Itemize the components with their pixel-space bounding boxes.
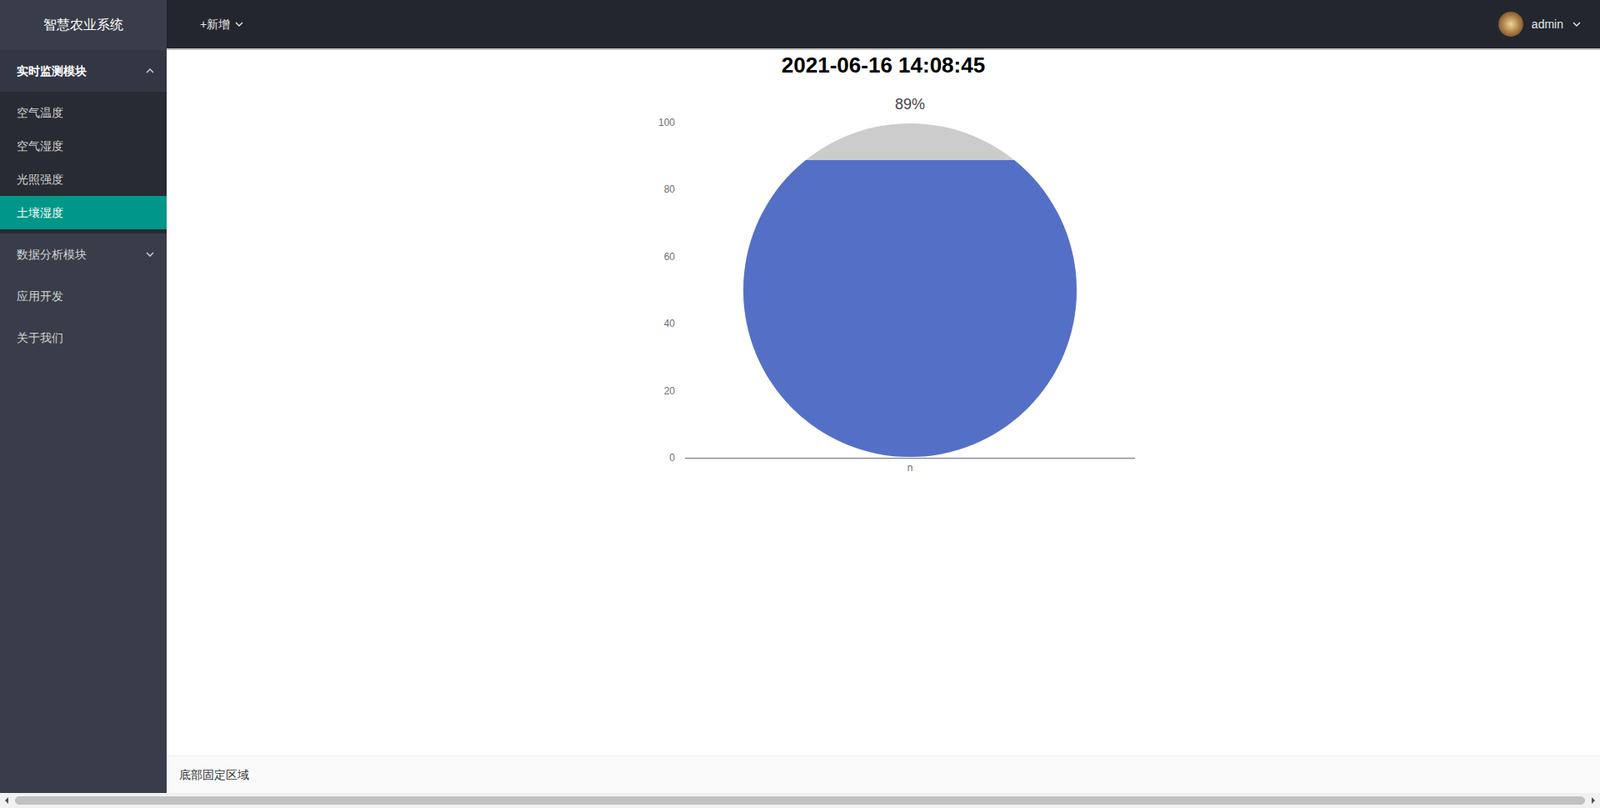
user-name: admin [1531,15,1564,34]
user-menu[interactable]: admin [1498,11,1582,37]
y-tick-label: 60 [664,250,675,263]
sidebar-link-label: 应用开发 [16,287,64,305]
sidebar-link[interactable]: 关于我们 [0,316,167,359]
sidebar-item-label: 土壤湿度 [16,204,64,222]
liquid-gauge [685,122,1135,458]
sidebar-group-label: 实时监测模块 [16,62,87,80]
avatar-icon [1498,11,1524,37]
timestamp: 2021-06-16 14:08:45 [781,51,985,79]
x-axis: n [685,458,1135,474]
sidebar-link[interactable]: 应用开发 [0,275,167,317]
x-tick-label: n [907,461,914,474]
chevron-down-icon [234,19,245,30]
sidebar-group[interactable]: 数据分析模块 [0,233,167,275]
chevron-down-icon [145,249,155,260]
sidebar-item-label: 空气温度 [16,104,64,122]
scrollbar-thumb[interactable] [15,795,1585,805]
sidebar-group[interactable]: 实时监测模块 [0,50,167,92]
sidebar-item[interactable]: 光照强度 [0,162,167,196]
content: 2021-06-16 14:08:45 89% 100 80 60 40 20 0 n [166,50,1600,755]
x-tick: n [685,458,1135,474]
add-menu-label: +新增 [200,15,230,34]
top-bar: +新增 admin [166,0,1600,50]
gauge-fill [743,160,1077,457]
sidebar-item[interactable]: 空气温度 [0,95,167,130]
y-axis: 100806040200 [651,122,685,458]
horizontal-scrollbar[interactable] [0,792,1600,808]
sidebar-group-label: 数据分析模块 [16,245,87,264]
sidebar: 智慧农业系统 实时监测模块空气温度空气湿度光照强度土壤湿度数据分析模块应用开发关… [0,0,167,793]
x-axis-line [685,457,1135,459]
y-tick-label: 20 [664,385,675,397]
logo: 智慧农业系统 [0,0,167,50]
y-tick-label: 100 [658,116,675,129]
app-title: 智慧农业系统 [43,15,124,35]
footer: 底部固定区域 [166,755,1600,793]
add-menu[interactable]: +新增 [200,15,245,34]
sidebar-item-label: 空气湿度 [16,137,64,155]
scroll-left-icon[interactable] [0,793,14,807]
footer-text: 底部固定区域 [179,765,250,784]
gauge-track [743,123,1077,457]
y-tick-label: 0 [669,451,675,464]
sidebar-link-label: 关于我们 [16,329,64,347]
plot-area [685,122,1135,458]
scroll-right-icon[interactable] [1586,793,1600,807]
sidebar-menu: 实时监测模块空气温度空气湿度光照强度土壤湿度数据分析模块应用开发关于我们 [0,50,167,359]
chart: 89% 100 80 60 40 20 0 n [651,95,1600,474]
sidebar-item-label: 光照强度 [16,170,64,189]
sidebar-item[interactable]: 空气湿度 [0,129,167,163]
y-tick-label: 80 [664,183,675,195]
chevron-down-icon [1571,19,1582,30]
sidebar-item[interactable]: 土壤湿度 [0,195,167,230]
chart-title: 89% [895,95,925,114]
chevron-up-icon [145,65,155,76]
sidebar-submenu: 空气温度空气湿度光照强度土壤湿度 [0,91,167,234]
y-tick-label: 40 [664,317,675,330]
